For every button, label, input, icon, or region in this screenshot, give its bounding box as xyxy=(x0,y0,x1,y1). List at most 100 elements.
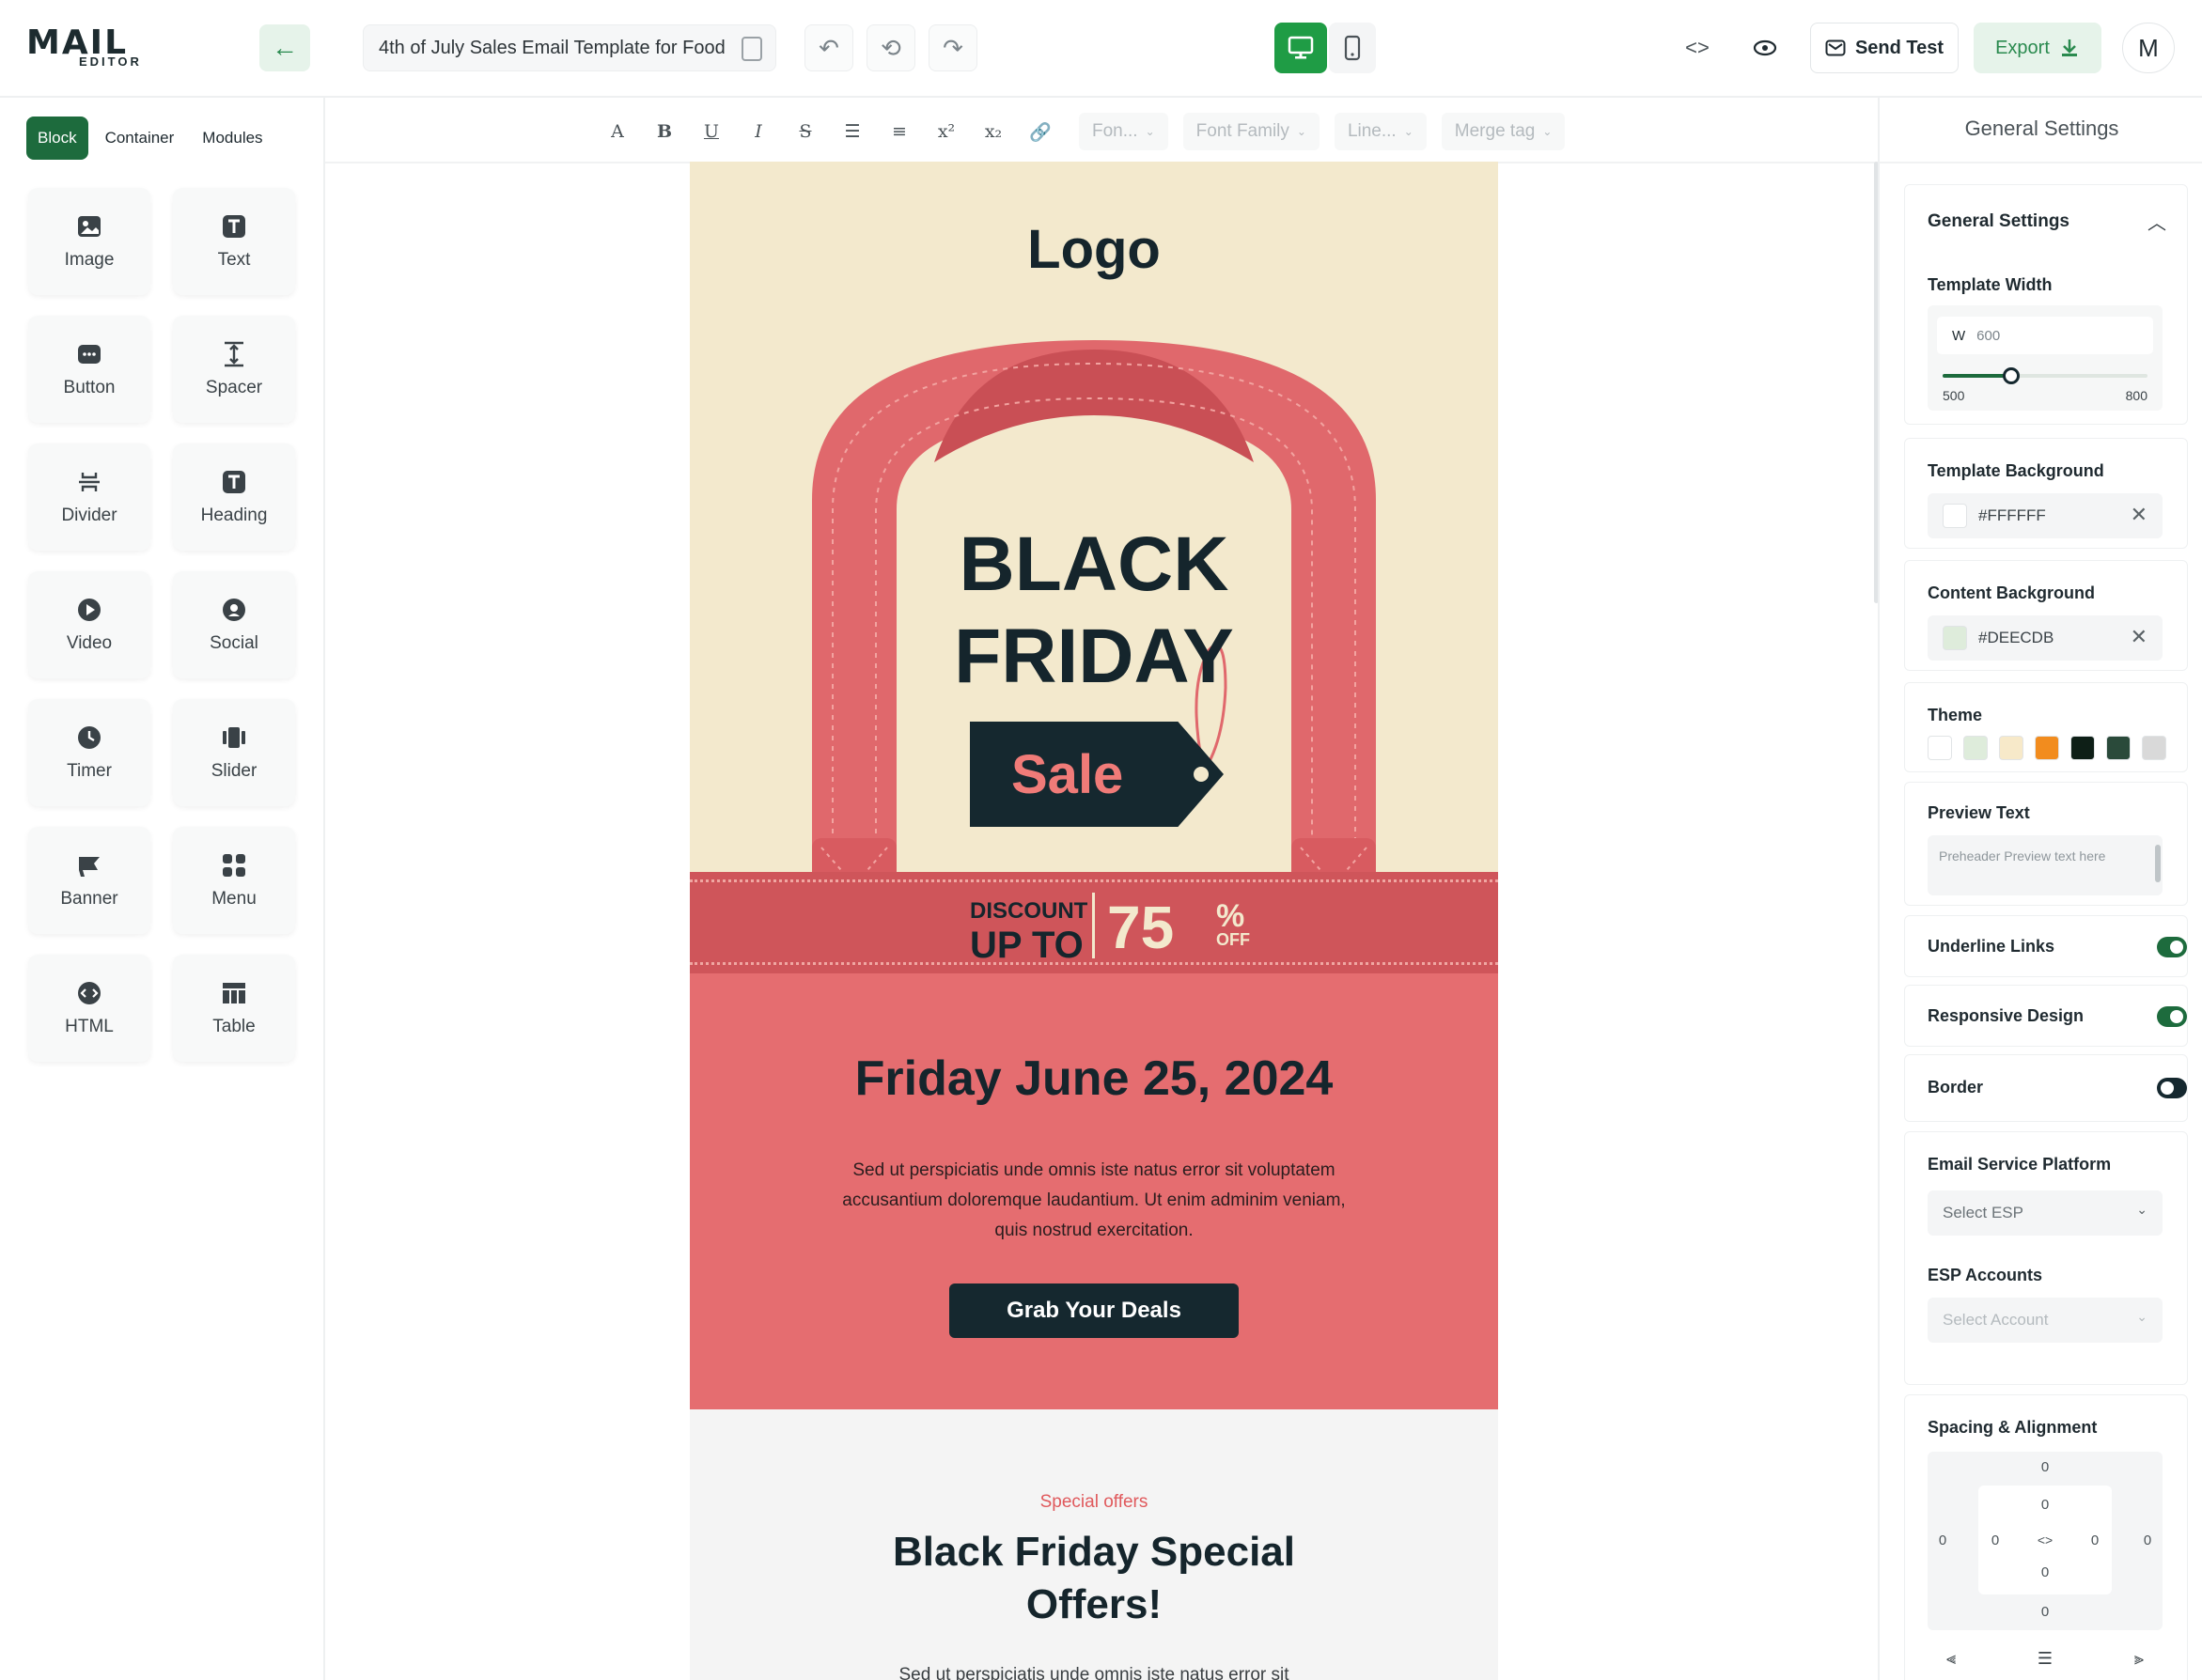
event-date[interactable]: Friday June 25, 2024 xyxy=(690,1050,1498,1107)
block-table[interactable]: Table xyxy=(173,955,295,1062)
width-input[interactable]: W 600 xyxy=(1937,317,2153,354)
block-heading[interactable]: Heading xyxy=(173,443,295,551)
merge-tag-select[interactable]: Merge tag ⌄ xyxy=(1441,113,1566,150)
intro-paragraph[interactable]: Sed ut perspiciatis unde omnis iste natu… xyxy=(831,1156,1357,1246)
theme-swatch-3[interactable] xyxy=(1999,736,2023,760)
document-icon[interactable] xyxy=(742,37,762,61)
margin-bottom[interactable]: 0 xyxy=(2036,1604,2054,1620)
discount-line-2: UP TO xyxy=(970,925,1084,966)
padding-bottom[interactable]: 0 xyxy=(2036,1564,2054,1580)
margin-right[interactable]: 0 xyxy=(2138,1532,2157,1548)
block-html[interactable]: HTML xyxy=(28,955,150,1062)
preview-button[interactable] xyxy=(1741,24,1789,71)
link-icon[interactable]: 🔗 xyxy=(1017,111,1064,152)
textarea-scrollbar[interactable] xyxy=(2155,845,2161,882)
text-color-icon[interactable]: A xyxy=(594,111,641,152)
preview-text-input[interactable]: Preheader Preview text here xyxy=(1928,835,2163,895)
responsive-design-toggle[interactable] xyxy=(2157,1006,2187,1027)
esp-select[interactable]: Select ESP ⌄ xyxy=(1928,1190,2163,1236)
border-toggle[interactable] xyxy=(2157,1078,2187,1098)
align-center-icon[interactable]: ☰ xyxy=(2038,1649,2053,1669)
headline-line-1: BLACK xyxy=(959,521,1229,607)
template-bg-value: #FFFFFF xyxy=(1978,506,2046,524)
desktop-view-button[interactable] xyxy=(1274,23,1327,73)
margin-left[interactable]: 0 xyxy=(1933,1532,1952,1548)
offers-eyebrow[interactable]: Special offers xyxy=(690,1492,1498,1513)
numbered-list-icon[interactable]: ≡ xyxy=(876,111,923,152)
tab-container[interactable]: Container xyxy=(94,117,186,160)
mobile-view-button[interactable] xyxy=(1329,23,1376,73)
offers-title[interactable]: Black Friday Special Offers! xyxy=(831,1526,1357,1631)
strikethrough-icon[interactable]: S xyxy=(782,111,829,152)
chevron-up-icon[interactable]: ︿ xyxy=(2147,208,2166,235)
history-button[interactable]: ⟲ xyxy=(867,24,915,71)
superscript-icon[interactable]: x² xyxy=(923,111,970,152)
theme-swatch-1[interactable] xyxy=(1928,736,1952,760)
block-spacer[interactable]: Spacer xyxy=(173,316,295,423)
back-button[interactable]: ← xyxy=(259,24,310,71)
line-height-select[interactable]: Line... ⌄ xyxy=(1334,113,1427,150)
underline-icon[interactable]: U xyxy=(688,111,735,152)
padding-right[interactable]: 0 xyxy=(2085,1532,2104,1548)
theme-swatch-4[interactable] xyxy=(2035,736,2059,760)
margin-top[interactable]: 0 xyxy=(2036,1459,2054,1475)
headline[interactable]: BLACK FRIDAY xyxy=(690,519,1498,703)
align-left-icon[interactable]: ⫷ xyxy=(1946,1649,1956,1669)
content-bg-input[interactable]: #DEECDB ✕ xyxy=(1928,615,2163,661)
subscript-icon[interactable]: x₂ xyxy=(970,111,1017,152)
align-right-icon[interactable]: ⫸ xyxy=(2134,1649,2144,1669)
block-timer[interactable]: Timer xyxy=(28,699,150,806)
width-slider-handle[interactable] xyxy=(2002,367,2020,384)
block-text[interactable]: Text xyxy=(173,188,295,295)
link-spacing-icon[interactable]: <> xyxy=(2036,1532,2054,1548)
theme-swatch-2[interactable] xyxy=(1963,736,1988,760)
block-divider[interactable]: Divider xyxy=(28,443,150,551)
user-avatar[interactable]: M xyxy=(2122,23,2175,73)
hero-section[interactable]: Logo BLACK FRIDAY Sale xyxy=(690,162,1498,872)
theme-swatch-6[interactable] xyxy=(2106,736,2131,760)
send-test-button[interactable]: Send Test xyxy=(1810,23,1959,73)
esp-account-select[interactable]: Select Account ⌄ xyxy=(1928,1298,2163,1343)
block-slider[interactable]: Slider xyxy=(173,699,295,806)
button-icon xyxy=(78,345,101,364)
theme-swatch-5[interactable] xyxy=(2070,736,2095,760)
export-button[interactable]: Export xyxy=(1974,23,2101,73)
close-icon[interactable]: ✕ xyxy=(2131,625,2147,649)
offers-paragraph[interactable]: Sed ut perspiciatis unde omnis iste natu… xyxy=(831,1665,1357,1680)
block-image[interactable]: Image xyxy=(28,188,150,295)
redo-button[interactable]: ↷ xyxy=(929,24,977,71)
padding-left[interactable]: 0 xyxy=(1986,1532,2005,1548)
app-logo[interactable]: MAIL EDITOR xyxy=(26,26,158,70)
template-title-field[interactable]: 4th of July Sales Email Template for Foo… xyxy=(363,24,776,71)
font-family-select[interactable]: Font Family ⌄ xyxy=(1182,113,1320,150)
bullet-list-icon[interactable]: ☰ xyxy=(829,111,876,152)
grab-deals-button[interactable]: Grab Your Deals xyxy=(949,1283,1239,1338)
tab-block[interactable]: Block xyxy=(26,117,88,160)
block-button[interactable]: Button xyxy=(28,316,150,423)
block-banner[interactable]: Banner xyxy=(28,827,150,934)
esp-card: Email Service Platform Select ESP ⌄ ESP … xyxy=(1904,1131,2188,1385)
bold-icon[interactable]: B xyxy=(641,111,688,152)
block-menu[interactable]: Menu xyxy=(173,827,295,934)
email-canvas[interactable]: Logo BLACK FRIDAY Sale DISCOUNT UP TO 75… xyxy=(690,162,1498,1680)
width-slider-track[interactable] xyxy=(1943,367,2147,384)
padding-top[interactable]: 0 xyxy=(2036,1497,2054,1513)
template-bg-swatch[interactable] xyxy=(1943,504,1967,528)
italic-icon[interactable]: I xyxy=(735,111,782,152)
block-video[interactable]: Video xyxy=(28,571,150,678)
tab-modules[interactable]: Modules xyxy=(191,117,273,160)
template-bg-input[interactable]: #FFFFFF ✕ xyxy=(1928,493,2163,538)
block-social[interactable]: Social xyxy=(173,571,295,678)
font-size-select[interactable]: Fon... ⌄ xyxy=(1079,113,1168,150)
theme-swatch-7[interactable] xyxy=(2142,736,2166,760)
code-view-button[interactable]: <> xyxy=(1673,24,1722,71)
undo-button[interactable]: ↶ xyxy=(804,24,853,71)
underline-links-toggle[interactable] xyxy=(2157,937,2187,957)
sale-tag[interactable]: Sale xyxy=(970,722,1224,827)
discount-badge: DISCOUNT UP TO 75 % OFF xyxy=(970,893,1252,966)
block-label: Table xyxy=(212,1017,256,1036)
content-bg-swatch[interactable] xyxy=(1943,626,1967,650)
spacer-icon xyxy=(225,341,243,367)
block-label: Menu xyxy=(211,889,257,909)
close-icon[interactable]: ✕ xyxy=(2131,503,2147,527)
